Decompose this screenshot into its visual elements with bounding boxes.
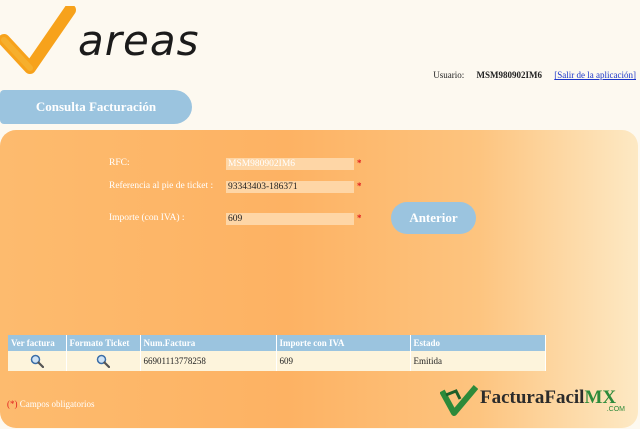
required-fields-note: (*) Campos obligatorios [7,399,95,409]
header-num-factura: Num.Factura [140,335,277,351]
facturafacil-logo: FacturaFacilMX .COM [440,385,635,419]
header-ver-factura: Ver factura [8,335,67,351]
areas-checkmark-icon [0,6,76,74]
facturafacil-mx: MX [584,387,617,408]
facturafacil-com: .COM [606,406,625,413]
rfc-field[interactable] [226,158,354,170]
header-formato-ticket: Formato Ticket [66,335,141,351]
user-info: Usuario: MSM980902IM6 [Salir de la aplic… [433,70,636,80]
user-label: Usuario: [433,70,465,80]
results-table: Ver factura Formato Ticket Num.Factura I… [8,335,546,371]
header-estado: Estado [410,335,546,351]
required-note-mark: (*) [7,399,18,409]
header-importe: Importe con IVA [276,335,411,351]
ticket-ref-label: Referencia al pie de ticket : [109,181,214,191]
ticket-ref-field[interactable] [226,181,354,193]
rfc-required-mark: * [357,158,362,168]
logout-link[interactable]: [Salir de la aplicación] [554,70,636,80]
estado-cell: Emitida [410,351,546,371]
facturafacil-text: FacturaFacilMX [480,387,616,409]
importe-field[interactable] [226,213,354,225]
ticket-ref-required-mark: * [357,181,362,191]
table-row: 66901113778258 609 Emitida [8,351,546,371]
anterior-button[interactable]: Anterior [391,202,476,234]
ver-factura-cell [8,351,67,371]
main-panel [0,130,638,428]
magnifier-icon[interactable] [96,354,110,368]
formato-ticket-cell [66,351,141,371]
importe-cell: 609 [276,351,411,371]
page-title: Consulta Facturación [0,90,192,124]
user-value: MSM980902IM6 [476,70,543,80]
table-header-row: Ver factura Formato Ticket Num.Factura I… [8,335,546,351]
areas-logo: areas [0,6,220,76]
areas-logo-text: areas [78,16,200,65]
num-factura-cell: 66901113778258 [140,351,277,371]
facturafacil-check-icon [440,385,478,416]
magnifier-icon[interactable] [30,354,44,368]
facturafacil-name: FacturaFacil [480,387,585,408]
required-note-text: Campos obligatorios [19,399,95,409]
importe-required-mark: * [357,213,362,223]
rfc-label: RFC: [109,158,130,168]
importe-label: Importe (con IVA) : [109,213,185,223]
